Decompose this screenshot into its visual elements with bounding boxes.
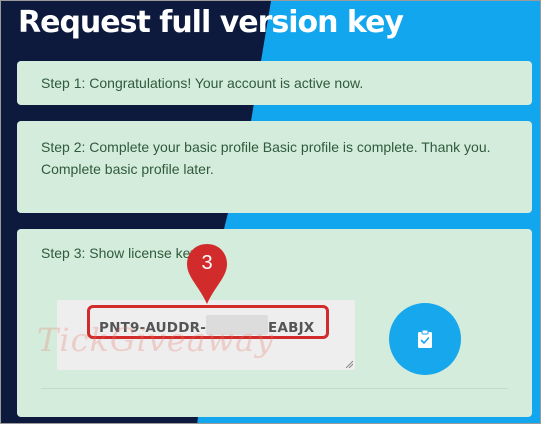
page-title: Request full version key [18,5,404,40]
step-2-card: Step 2: Complete your basic profile Basi… [17,121,532,213]
step-1-text: Step 1: Congratulations! Your account is… [41,75,364,91]
card-divider [41,388,508,389]
key-highlight-box [87,305,329,339]
step-2-text: Step 2: Complete your basic profile Basi… [41,139,491,177]
app-window: Request full version key Step 1: Congrat… [0,0,541,424]
copy-key-button[interactable] [389,303,461,375]
step-3-card: Step 3: Show license key PNT9-AUDDR- EABJ… [17,229,532,417]
resize-grip-icon[interactable] [345,360,353,368]
clipboard-check-icon [418,329,432,348]
callout-number: 3 [201,252,213,274]
step-3-text: Step 3: Show license key [41,245,198,261]
step-1-card: Step 1: Congratulations! Your account is… [17,61,532,105]
step-callout-marker: 3 [184,242,230,306]
